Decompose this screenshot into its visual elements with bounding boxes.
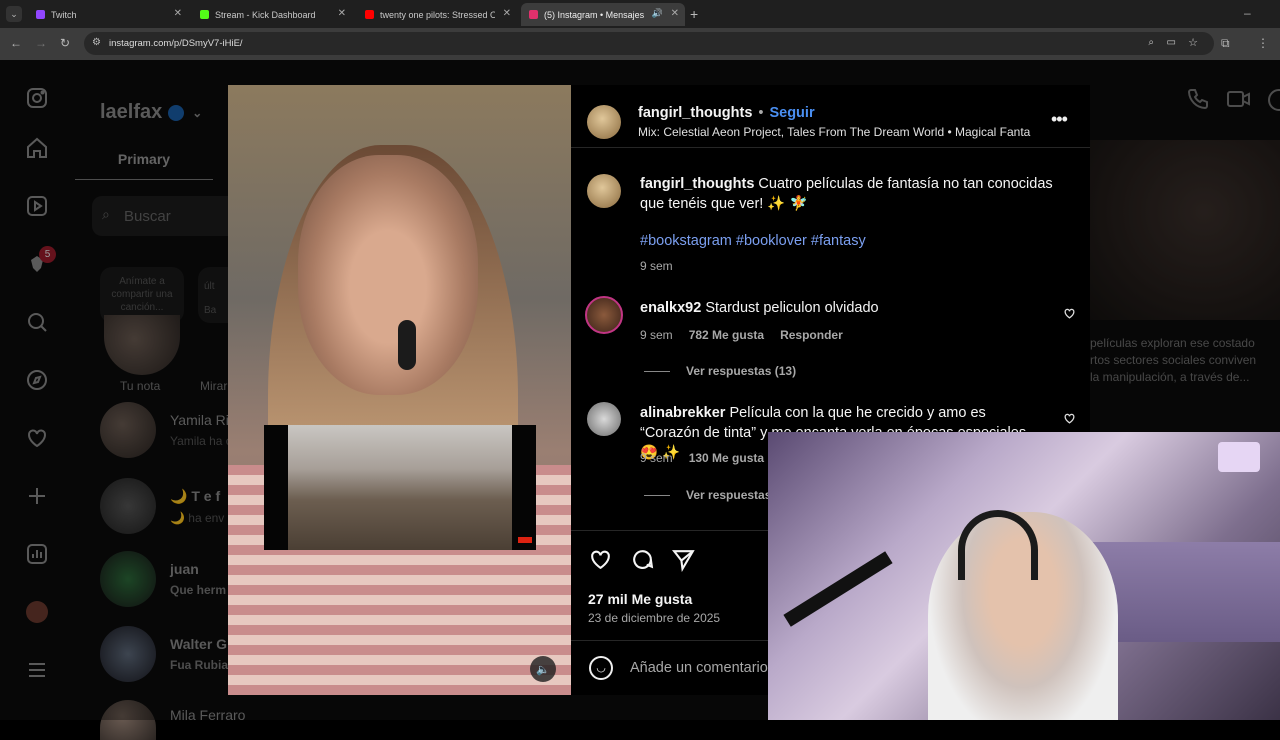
more-options-icon[interactable]: ••• <box>1051 109 1068 130</box>
comment-username[interactable]: enalkx92 <box>640 300 701 316</box>
twitch-icon <box>36 10 45 19</box>
comment-bubble-icon[interactable] <box>630 547 655 572</box>
webcam-mic-arm <box>783 551 893 627</box>
caption-username[interactable]: fangirl_thoughts <box>640 176 754 192</box>
video-person-face <box>298 155 478 395</box>
like-heart-icon[interactable] <box>588 547 613 572</box>
instagram-icon <box>529 10 538 19</box>
inset-scene-image <box>288 425 512 550</box>
view-replies-button[interactable]: Ver respuestas <box>644 488 771 502</box>
post-video[interactable]: 🔈 <box>228 85 571 695</box>
caption-time: 9 sem <box>640 259 673 273</box>
kick-icon <box>200 10 209 19</box>
back-icon[interactable]: ← <box>10 36 22 50</box>
caption: fangirl_thoughts Cuatro películas de fan… <box>640 175 1060 214</box>
new-tab-button[interactable]: + <box>690 6 698 22</box>
forward-icon[interactable]: → <box>35 36 47 50</box>
add-comment-input[interactable]: Añade un comentario <box>630 660 768 676</box>
reload-icon[interactable]: ↻ <box>60 36 70 50</box>
minimize-button[interactable]: – <box>1244 6 1251 20</box>
tab-instagram[interactable]: (5) Instagram • Mensajes 🔊 ✕ <box>521 3 685 26</box>
hashtags[interactable]: #bookstagram #booklover #fantasy <box>640 233 866 249</box>
caption-avatar[interactable] <box>587 174 621 208</box>
follow-button[interactable]: Seguir <box>769 105 814 121</box>
author-avatar[interactable] <box>587 105 621 139</box>
webcam-lamp <box>1218 442 1260 472</box>
comment-likes[interactable]: 130 Me gusta <box>689 451 764 465</box>
like-count[interactable]: 27 mil Me gusta <box>588 591 692 607</box>
separator-dot: • <box>758 105 764 121</box>
comment-likes[interactable]: 782 Me gusta <box>689 328 764 342</box>
close-icon[interactable]: ✕ <box>503 8 511 19</box>
profile-icon[interactable]: ⋮ <box>1257 36 1269 50</box>
tab-youtube[interactable]: twenty one pilots: Stressed Out ✕ <box>357 3 517 26</box>
comment-time: 9 sem <box>640 328 673 342</box>
tab-twitch[interactable]: Twitch ✕ <box>28 3 188 26</box>
cast-icon[interactable]: ▭ <box>1167 37 1176 48</box>
share-send-icon[interactable] <box>671 547 696 572</box>
webcam-headphones <box>958 510 1038 580</box>
youtube-icon <box>365 10 374 19</box>
browser-toolbar: ← → ↻ ⚙ instagram.com/p/DSmyV7-iHiE/ ⌕ ▭… <box>0 28 1280 60</box>
mute-toggle-icon[interactable]: 🔈 <box>530 656 556 682</box>
comment-username[interactable]: alinabrekker <box>640 405 725 421</box>
zoom-icon[interactable]: ⌕ <box>1148 37 1154 48</box>
youtube-logo-icon <box>518 537 532 543</box>
comment-1: enalkx92 Stardust peliculon olvidado <box>640 300 879 316</box>
address-bar[interactable]: ⚙ instagram.com/p/DSmyV7-iHiE/ ⌕ ▭ ☆ <box>84 32 1214 55</box>
tab-search-button[interactable]: ⌄ <box>6 6 22 22</box>
close-icon[interactable]: ✕ <box>671 8 679 19</box>
divider <box>571 147 1090 148</box>
comment-like-heart-icon[interactable] <box>1063 307 1076 325</box>
video-inset-clip <box>264 425 536 550</box>
audio-track[interactable]: Mix: Celestial Aeon Project, Tales From … <box>638 125 1058 139</box>
speaker-icon[interactable]: 🔊 <box>652 8 663 19</box>
comment-avatar[interactable] <box>587 402 621 436</box>
extensions-icon[interactable]: ⧉ <box>1221 36 1230 51</box>
reply-line <box>644 370 670 372</box>
browser-tab-bar: ⌄ Twitch ✕ Stream - Kick Dashboard ✕ twent… <box>0 0 1280 28</box>
site-info-icon[interactable]: ⚙ <box>92 37 101 48</box>
comment-time: 9 sem <box>640 451 673 465</box>
emoji-icon[interactable]: ◡ <box>589 656 613 680</box>
bookmark-star-icon[interactable]: ☆ <box>1188 36 1198 49</box>
reply-button[interactable]: Responder <box>780 328 843 342</box>
tab-kick[interactable]: Stream - Kick Dashboard ✕ <box>192 3 352 26</box>
webcam-overlay <box>768 432 1280 720</box>
reply-line <box>644 494 670 496</box>
comment-like-heart-icon[interactable] <box>1063 412 1076 430</box>
close-icon[interactable]: ✕ <box>174 8 182 19</box>
comment-avatar[interactable] <box>585 296 623 334</box>
post-date: 23 de diciembre de 2025 <box>588 611 721 625</box>
comment-text: Stardust peliculon olvidado <box>705 300 879 316</box>
view-replies-button[interactable]: Ver respuestas (13) <box>644 364 796 378</box>
close-icon[interactable]: ✕ <box>338 8 346 19</box>
microphone <box>398 320 416 370</box>
author-username[interactable]: fangirl_thoughts <box>638 105 752 121</box>
